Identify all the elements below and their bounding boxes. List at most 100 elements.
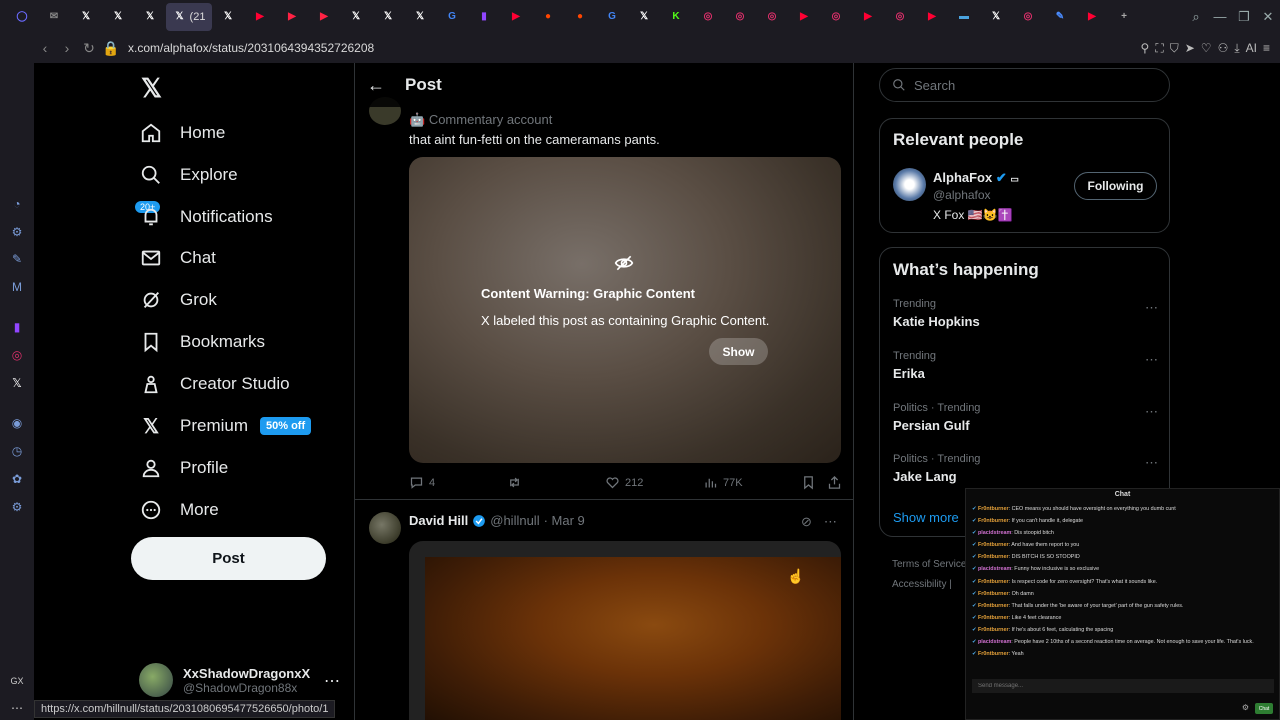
chat-username[interactable]: placidstream [978, 530, 1011, 536]
browser-tab[interactable]: ▶ [308, 3, 340, 31]
media-warning[interactable]: Content Warning: Graphic Content X label… [409, 157, 841, 463]
chat-username[interactable]: Fr0ntburner [978, 603, 1009, 609]
gx-icon[interactable]: GX [10, 674, 24, 688]
browser-tab[interactable]: 𝕏 [102, 3, 134, 31]
settings-icon[interactable]: ⚙ [10, 500, 24, 514]
restore-icon[interactable]: ❐ [1232, 9, 1256, 25]
nav-chat[interactable]: Chat [139, 241, 216, 275]
browser-tab[interactable]: ▶ [244, 3, 276, 31]
m-icon[interactable]: M [10, 280, 24, 294]
repost-button[interactable] [507, 475, 527, 490]
following-button[interactable]: Following [1074, 172, 1157, 200]
close-icon[interactable]: ✕ [1256, 9, 1280, 25]
browser-tab[interactable]: ✉ [38, 3, 70, 31]
nav-grok[interactable]: Grok [139, 283, 217, 317]
forward-icon[interactable]: › [56, 40, 78, 56]
x-logo-icon[interactable]: 𝕏 [141, 73, 162, 104]
show-button[interactable]: Show [709, 338, 768, 365]
back-arrow-icon[interactable]: ← [367, 75, 389, 96]
person-name[interactable]: AlphaFox ✔ ▭ [933, 170, 1019, 186]
browser-tab[interactable]: 𝕏 (21 [166, 2, 212, 31]
browser-tab[interactable]: ▬ [948, 3, 980, 31]
chat-username[interactable]: Fr0ntburner [978, 651, 1009, 657]
browser-tab[interactable]: 𝕏 [372, 3, 404, 31]
download-icon[interactable]: ⤓ [1234, 41, 1239, 56]
accessibility-link[interactable]: Accessibility | [892, 575, 966, 595]
avatar[interactable] [369, 512, 401, 544]
browser-tab[interactable]: ◎ [1012, 3, 1044, 31]
browser-tab[interactable]: ▶ [1076, 3, 1108, 31]
media-image[interactable] [425, 557, 841, 720]
bookmark-button[interactable] [801, 475, 821, 490]
nav-notifications[interactable]: Notifications [139, 200, 273, 234]
browser-tab[interactable]: 𝕏 [340, 3, 372, 31]
browser-tab[interactable]: ● [564, 3, 596, 31]
send-icon[interactable]: ➤ [1185, 41, 1195, 55]
more-icon[interactable]: ⋯ [1145, 352, 1158, 368]
twitch-icon[interactable]: ▮ [10, 320, 24, 334]
bot-icon[interactable]: ⚙ [10, 225, 24, 239]
instagram-icon[interactable]: ◎ [10, 348, 24, 362]
browser-tab[interactable]: ◎ [756, 3, 788, 31]
chat-username[interactable]: Fr0ntburner [978, 554, 1009, 560]
x-icon[interactable]: 𝕏 [10, 376, 24, 390]
account-more-icon[interactable]: ⋯ [324, 671, 340, 691]
chat-username[interactable]: Fr0ntburner [978, 627, 1009, 633]
browser-tab[interactable]: 𝕏 [404, 3, 436, 31]
url-field[interactable]: x.com/alphafox/status/203106439435272620… [128, 41, 374, 55]
browser-tab[interactable]: G [596, 3, 628, 31]
trend-item[interactable]: Politics · Trending Jake Lang ⋯ [893, 453, 1158, 484]
browser-tab[interactable]: ✎ [1044, 3, 1076, 31]
browser-tab[interactable]: ◎ [724, 3, 756, 31]
nav-explore[interactable]: Explore [139, 158, 238, 192]
chat-username[interactable]: Fr0ntburner [978, 542, 1009, 548]
person-handle[interactable]: @alphafox [933, 188, 991, 202]
account-switcher[interactable]: XxShadowDragonxX @ShadowDragon88x [139, 663, 310, 697]
browser-tab[interactable]: ▶ [852, 3, 884, 31]
tweet[interactable]: 🤖 Commentary account that aint fun-fetti… [355, 97, 853, 500]
tweet-date[interactable]: · Mar 9 [544, 513, 585, 528]
browser-tab[interactable]: ▶ [788, 3, 820, 31]
browser-tab[interactable]: K [660, 3, 692, 31]
browser-tab[interactable]: ▶ [916, 3, 948, 31]
browser-tab[interactable]: 𝕏 [134, 3, 166, 31]
browser-tab[interactable]: ● [532, 3, 564, 31]
browser-tab[interactable]: 𝕏 [628, 3, 660, 31]
nav-bookmarks[interactable]: Bookmarks [139, 325, 265, 359]
browser-tab[interactable]: ◎ [820, 3, 852, 31]
chat-username[interactable]: Fr0ntburner [978, 579, 1009, 585]
browser-tab[interactable]: G [436, 3, 468, 31]
post-button[interactable]: Post [131, 537, 326, 580]
more-icon[interactable]: ⋯ [824, 514, 837, 530]
chat-username[interactable]: Fr0ntburner [978, 615, 1009, 621]
history-icon[interactable]: ◷ [10, 444, 24, 458]
search-icon[interactable]: ⌕ [1184, 9, 1208, 25]
pin-icon[interactable]: ⚲ [1141, 41, 1150, 55]
extensions-icon[interactable]: ✿ [10, 472, 24, 486]
browser-tab[interactable]: 𝕏 [980, 3, 1012, 31]
browser-tab[interactable]: ▶ [276, 3, 308, 31]
chat-username[interactable]: placidstream [978, 566, 1011, 572]
avatar[interactable] [893, 168, 926, 201]
edit-icon[interactable]: ✎ [10, 252, 24, 266]
author-handle[interactable]: @hillnull [490, 513, 539, 528]
snapshot-icon[interactable]: ⛶ [1155, 41, 1163, 56]
search-box[interactable] [879, 68, 1170, 102]
chat-input[interactable] [972, 679, 1274, 693]
trend-item[interactable]: Trending Katie Hopkins ⋯ [893, 298, 1158, 329]
more-icon[interactable]: ⋯ [10, 701, 24, 715]
chat-send-button[interactable]: Chat [1255, 703, 1273, 714]
share-button[interactable] [827, 475, 847, 490]
grok-icon[interactable]: ⊘ [801, 514, 812, 530]
trend-item[interactable]: Trending Erika ⋯ [893, 350, 1158, 381]
reload-icon[interactable]: ↻ [78, 40, 100, 57]
show-more-link[interactable]: Show more [893, 510, 959, 525]
back-icon[interactable]: ‹ [34, 40, 56, 56]
ai-button[interactable]: AI [1246, 41, 1257, 55]
tweet[interactable]: David Hill @hillnull · Mar 9 ⊘ ⋯ [355, 500, 853, 720]
minimize-icon[interactable]: — [1208, 9, 1232, 24]
terms-link[interactable]: Terms of Service [892, 555, 966, 575]
more-icon[interactable]: ⋯ [1145, 404, 1158, 420]
like-button[interactable]: 212 [605, 475, 643, 490]
trend-item[interactable]: Politics · Trending Persian Gulf ⋯ [893, 402, 1158, 433]
